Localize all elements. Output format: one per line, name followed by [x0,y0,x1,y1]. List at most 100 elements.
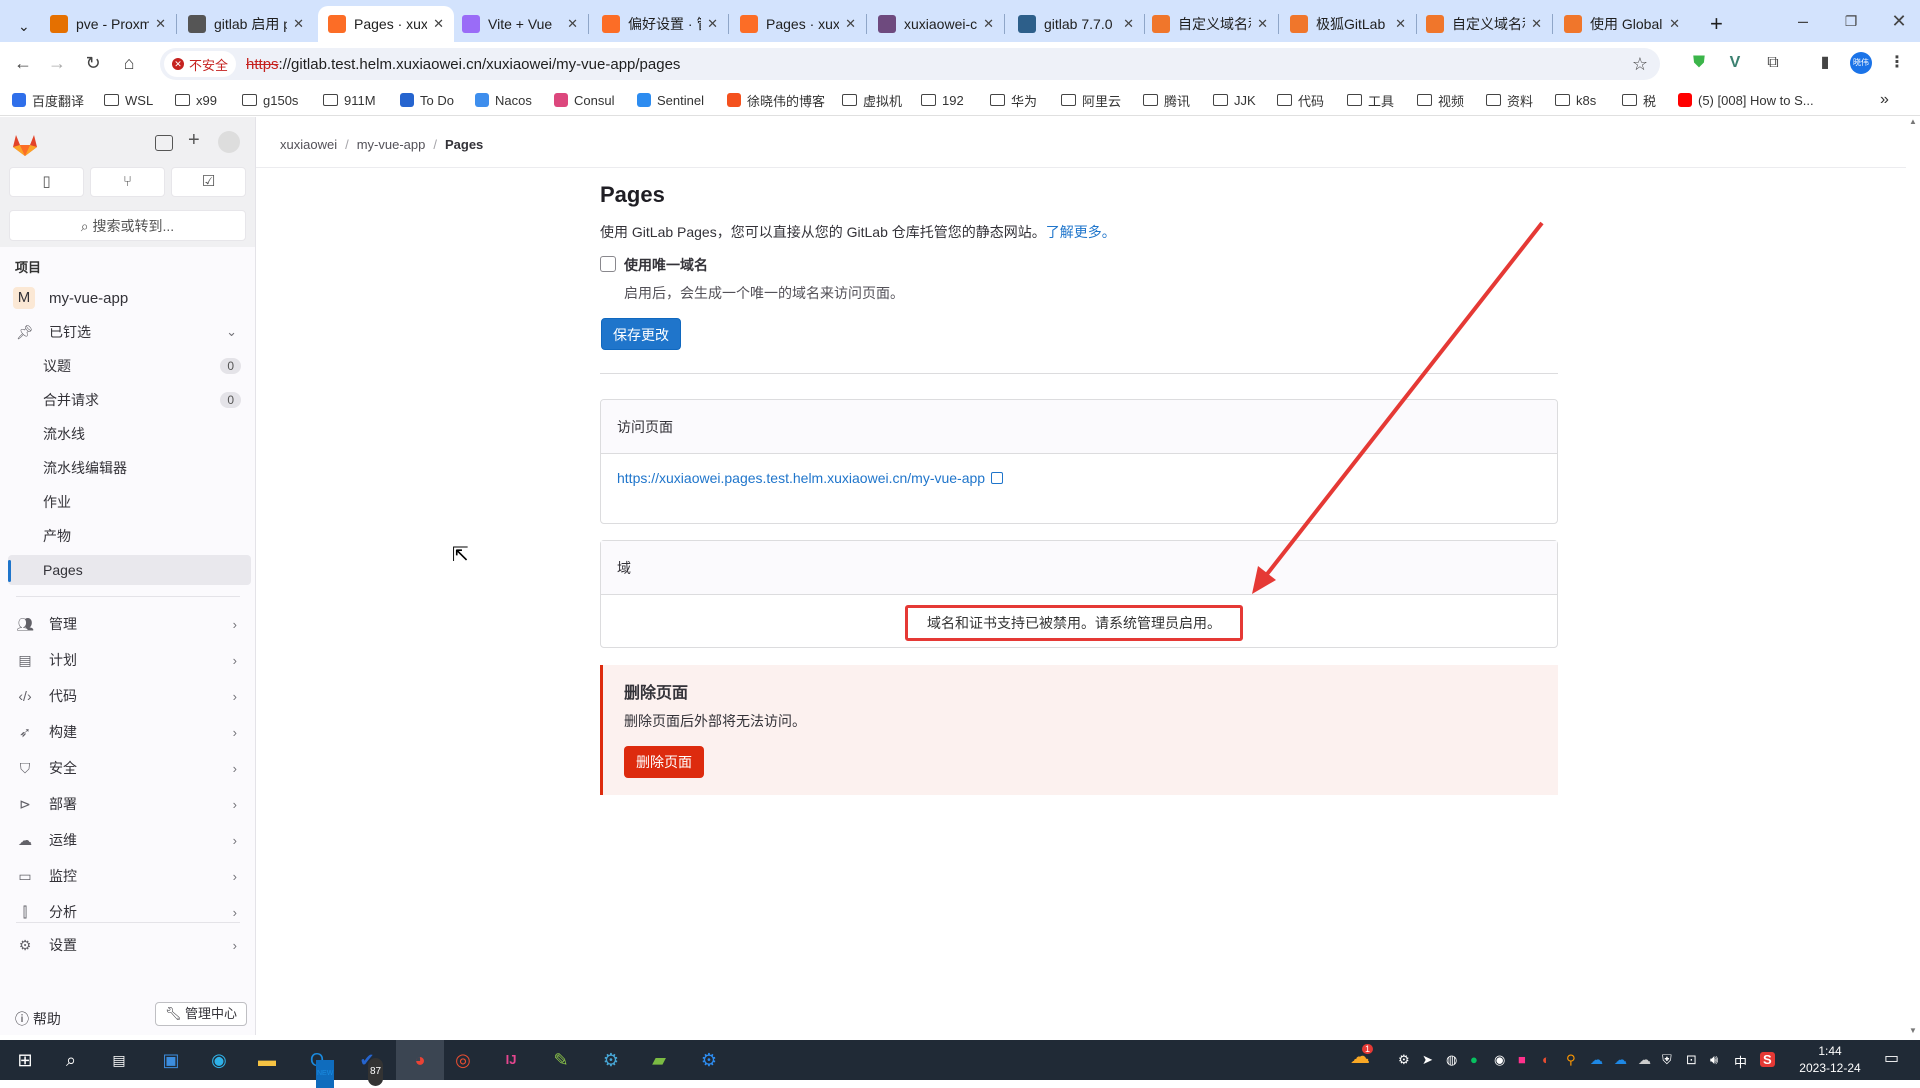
sogou-ime-icon[interactable]: S [1760,1052,1775,1067]
browser-tab[interactable]: Pages · xuxiaowei✕ [318,6,454,42]
ime-indicator[interactable]: 中 [1734,1052,1747,1071]
sidebar-group-item[interactable]: ▤ 计划 › [8,645,251,675]
browser-tab[interactable]: 偏好设置 · 管理✕ [592,6,728,42]
close-tab-icon[interactable]: ✕ [1395,16,1406,32]
adguard-extension-icon[interactable]: ⛊ [1688,52,1710,74]
vue-devtools-icon[interactable]: V [1724,52,1746,74]
browser-tab[interactable]: 使用 Global ✕ [1554,6,1690,42]
folder-app-icon[interactable]: ▰ [644,1046,674,1074]
back-button[interactable]: ← [10,50,36,76]
unique-domain-checkbox[interactable] [600,256,616,272]
sidebar-pinned-item[interactable]: 作业 [8,487,251,517]
settings-tool-icon[interactable]: ⚙ [596,1046,626,1074]
forward-button[interactable]: → [44,50,70,76]
sidebar-pinned-item[interactable]: 产物 [8,521,251,551]
address-bar[interactable]: ✕ 不安全 https://gitlab.test.helm.xuxiaowei.… [160,48,1660,80]
start-button[interactable]: ⊞ [10,1046,40,1074]
edge-icon[interactable]: ◉ [204,1046,234,1074]
delete-pages-button[interactable]: 删除页面 [624,746,704,778]
bookmark-item[interactable]: x99 [175,90,217,110]
unique-domain-label[interactable]: 使用唯一域名 [624,255,708,275]
profile-avatar[interactable]: 晓伟 [1850,52,1872,74]
bookmark-item[interactable]: 徐晓伟的博客 [727,90,825,110]
browser-tab[interactable]: gitlab 启用 pages✕ [178,6,314,42]
pages-url-link[interactable]: https://xuxiaowei.pages.test.helm.xuxiao… [617,470,1004,486]
tab-search-button[interactable]: ⌄ [8,8,36,44]
bookmark-item[interactable]: 工具 [1347,90,1394,110]
close-tab-icon[interactable]: ✕ [983,16,994,32]
sidebar-pinned-toggle[interactable]: 📌︎ 已钉选 ⌄ [8,317,251,347]
sidebar-pinned-item[interactable]: 流水线编辑器 [8,453,251,483]
search-tool-icon[interactable]: ⚲ [1566,1052,1576,1068]
notepad-icon[interactable]: ✎ [546,1046,576,1074]
bookmark-item[interactable]: 资料 [1486,90,1533,110]
intellij-icon[interactable]: IJ [496,1046,526,1074]
onedrive-icon[interactable]: ☁ [1614,1052,1627,1068]
weather-icon[interactable]: ☁ 1 [1350,1044,1374,1069]
steam-icon[interactable]: ◉ [1494,1052,1505,1068]
breadcrumb-item[interactable]: my-vue-app [357,137,426,152]
bookmark-star-icon[interactable]: ☆ [1632,54,1648,75]
browser-tab[interactable]: 极狐GitLab ✕ [1280,6,1416,42]
menu-icon[interactable]: ⋮ [1886,52,1908,74]
bookmark-item[interactable]: 百度翻译 [12,90,84,110]
admin-area-button[interactable]: 🔧︎ 管理中心 [155,1002,247,1026]
sidebar-pinned-item[interactable]: 合并请求 0 [8,385,251,415]
side-panel-icon[interactable]: ▮ [1814,52,1836,74]
chrome-icon[interactable]: ◕ [396,1040,444,1080]
security-indicator[interactable]: ✕ 不安全 [164,51,237,77]
file-explorer-icon[interactable]: ▬ [252,1046,282,1074]
close-tab-icon[interactable]: ✕ [155,16,166,32]
system-clock[interactable]: 1:44 2023-12-24 [1790,1043,1870,1077]
tray-icon[interactable]: ⚙ [1398,1052,1410,1068]
save-changes-button[interactable]: 保存更改 [601,318,681,350]
browser-tab[interactable]: gitlab 7.7.0 ✕ [1008,6,1144,42]
todos-button[interactable]: ☑ [171,167,246,197]
todo-app-icon[interactable]: ✔ 87 [352,1046,384,1086]
bookmark-item[interactable]: Consul [554,90,614,110]
close-tab-icon[interactable]: ✕ [707,16,718,32]
close-tab-icon[interactable]: ✕ [1669,16,1680,32]
bookmark-item[interactable]: To Do [400,90,454,110]
onedrive-icon[interactable]: ☁ [1590,1052,1603,1068]
wechat-icon[interactable]: ● [1470,1052,1478,1067]
gitlab-logo-icon[interactable] [12,133,38,157]
sidebar-pinned-item[interactable]: 议题 0 [8,351,251,381]
sidebar-group-item[interactable]: ⛉ 安全 › [8,753,251,783]
user-avatar[interactable] [218,131,240,153]
sidebar-project-link[interactable]: M my-vue-app [8,283,251,313]
merge-requests-button[interactable]: ⑂ [90,167,165,197]
jetbrains-toolbox-icon[interactable]: ■ [1518,1052,1526,1067]
browser-tab[interactable]: 自定义域名和✕ [1416,6,1552,42]
bookmark-item[interactable]: 腾讯 [1143,90,1190,110]
minimize-button[interactable]: – [1790,8,1816,34]
task-view-icon[interactable]: ▤ [104,1046,134,1074]
colorful-app-icon[interactable]: ◐ [1542,1052,1550,1067]
volume-icon[interactable]: 🔊︎ [1710,1052,1718,1068]
sidebar-group-item[interactable]: ⊳ 部署 › [8,789,251,819]
close-tab-icon[interactable]: ✕ [845,16,856,32]
browser-tab[interactable]: pve - Proxmox✕ [40,6,176,42]
sidebar-group-item[interactable]: 👥︎ 管理 › [8,609,251,639]
url-text[interactable]: https://gitlab.test.helm.xuxiaowei.cn/xu… [246,56,680,73]
close-tab-icon[interactable]: ✕ [1257,16,1268,32]
sidebar-group-item[interactable]: ☁ 运维 › [8,825,251,855]
page-scrollbar[interactable]: ▲ ▼ [1906,117,1920,1035]
bookmark-item[interactable]: WSL [104,90,153,110]
bookmark-item[interactable]: 虚拟机 [842,90,902,110]
bookmark-item[interactable]: 税 [1622,90,1656,110]
bookmark-item[interactable]: (5) [008] How to S... [1678,90,1814,110]
home-button[interactable]: ⌂ [116,50,142,76]
bookmark-item[interactable]: 192 [921,90,964,110]
bookmark-item[interactable]: k8s [1555,90,1596,110]
close-tab-icon[interactable]: ✕ [1531,16,1542,32]
telegram-icon[interactable]: ➤ [1422,1052,1433,1068]
postman-snail-icon[interactable]: ◎ [448,1046,478,1074]
sidebar-pinned-item[interactable]: 流水线 [8,419,251,449]
breadcrumb-item[interactable]: xuxiaowei [280,137,337,152]
sidebar-item-settings[interactable]: ⚙ 设置 › [8,930,251,960]
bookmark-item[interactable]: Nacos [475,90,532,110]
create-new-icon[interactable]: + [188,129,200,152]
notification-center-icon[interactable]: ▭ [1884,1048,1899,1068]
close-tab-icon[interactable]: ✕ [567,16,578,32]
